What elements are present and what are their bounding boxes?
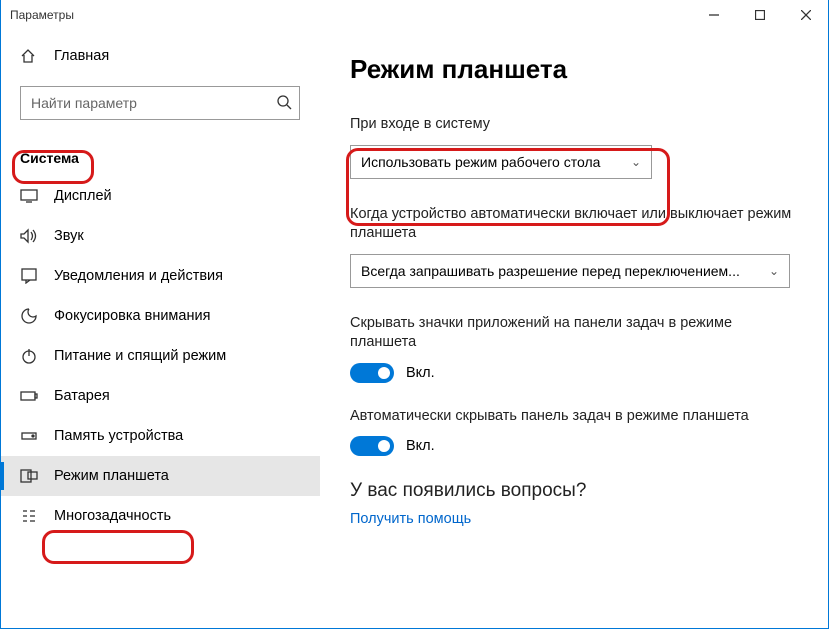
auto-switch-dropdown[interactable]: Всегда запрашивать разрешение перед пере… — [350, 254, 790, 288]
dropdown-value: Всегда запрашивать разрешение перед пере… — [361, 263, 740, 279]
focus-icon — [20, 308, 38, 324]
help-link[interactable]: Получить помощь — [350, 511, 471, 527]
page-title: Режим планшета — [350, 54, 799, 85]
section-title: Система — [0, 140, 320, 176]
auto-switch-label: Когда устройство автоматически включает … — [350, 205, 799, 244]
hide-taskbar-toggle[interactable] — [350, 436, 394, 456]
nav-storage[interactable]: Память устройства — [0, 416, 320, 456]
nav-battery[interactable]: Батарея — [0, 376, 320, 416]
nav-label: Многозадачность — [54, 508, 171, 524]
nav-tablet-mode[interactable]: Режим планшета — [0, 456, 320, 496]
close-button[interactable] — [783, 0, 829, 30]
sound-icon — [20, 228, 38, 244]
nav-label: Звук — [54, 228, 84, 244]
nav-label: Уведомления и действия — [54, 268, 223, 284]
tablet-icon — [20, 469, 38, 483]
display-icon — [20, 189, 38, 203]
nav-multitasking[interactable]: Многозадачность — [0, 496, 320, 536]
nav-label: Дисплей — [54, 188, 112, 204]
dropdown-value: Использовать режим рабочего стола — [361, 154, 600, 170]
home-icon — [20, 48, 38, 64]
toggle-state: Вкл. — [406, 438, 435, 454]
home-label: Главная — [54, 48, 109, 64]
title-bar: Параметры — [0, 0, 829, 30]
hide-taskbar-label: Автоматически скрывать панель задач в ре… — [350, 407, 799, 427]
hide-icons-label: Скрывать значки приложений на панели зад… — [350, 314, 799, 353]
notification-icon — [20, 268, 38, 284]
nav-notifications[interactable]: Уведомления и действия — [0, 256, 320, 296]
home-link[interactable]: Главная — [0, 40, 320, 72]
signin-dropdown[interactable]: Использовать режим рабочего стола ⌄ — [350, 145, 652, 179]
nav-label: Режим планшета — [54, 468, 169, 484]
content-area: Режим планшета При входе в систему Испол… — [320, 30, 829, 629]
search-icon — [276, 94, 292, 115]
window-title: Параметры — [10, 8, 74, 22]
nav-focus[interactable]: Фокусировка внимания — [0, 296, 320, 336]
nav-sound[interactable]: Звук — [0, 216, 320, 256]
hide-icons-toggle[interactable] — [350, 363, 394, 383]
nav-power[interactable]: Питание и спящий режим — [0, 336, 320, 376]
chevron-down-icon: ⌄ — [769, 264, 779, 278]
search-input[interactable] — [20, 86, 300, 120]
help-heading: У вас появились вопросы? — [350, 480, 799, 502]
chevron-down-icon: ⌄ — [631, 155, 641, 169]
nav-label: Питание и спящий режим — [54, 348, 226, 364]
multitask-icon — [20, 508, 38, 524]
nav-label: Батарея — [54, 388, 110, 404]
nav-label: Память устройства — [54, 428, 183, 444]
toggle-state: Вкл. — [406, 365, 435, 381]
battery-icon — [20, 390, 38, 402]
minimize-button[interactable] — [691, 0, 737, 30]
sidebar: Главная Система Дисплей Звук Уведомления… — [0, 30, 320, 629]
storage-icon — [20, 430, 38, 442]
nav-label: Фокусировка внимания — [54, 308, 210, 324]
power-icon — [20, 348, 38, 364]
maximize-button[interactable] — [737, 0, 783, 30]
signin-label: При входе в систему — [350, 115, 799, 135]
nav-display[interactable]: Дисплей — [0, 176, 320, 216]
